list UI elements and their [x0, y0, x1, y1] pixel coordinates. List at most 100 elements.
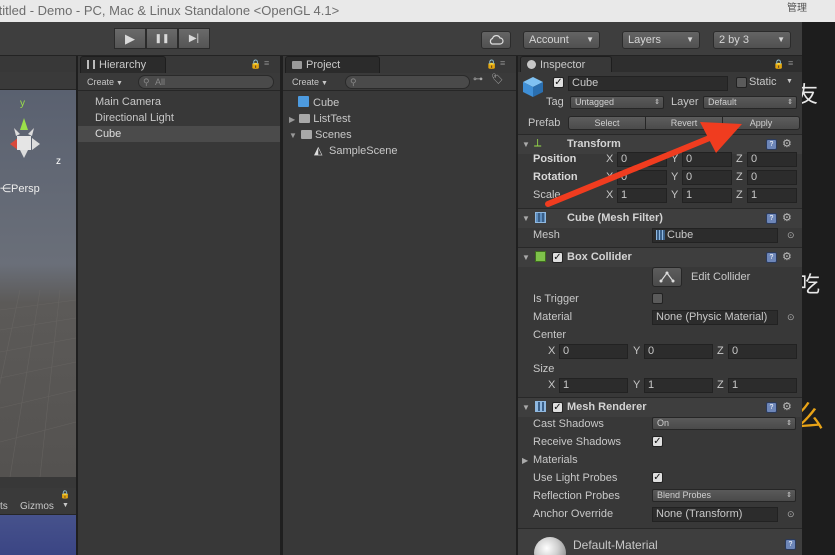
hierarchy-item-selected[interactable]: Cube	[78, 126, 280, 142]
folder-icon	[292, 61, 302, 69]
gear-icon[interactable]: ⚙	[782, 137, 792, 150]
object-name-field[interactable]: Cube	[568, 76, 728, 91]
center-z-field[interactable]: 0	[728, 344, 797, 359]
help-icon[interactable]: ?	[766, 402, 777, 413]
persp-label[interactable]: ⋲Persp	[0, 182, 40, 195]
use-light-probes-checkbox[interactable]: ✓	[652, 472, 663, 483]
lock-icon[interactable]: 🔒	[60, 490, 70, 499]
collapse-arrow-icon[interactable]: ▼	[522, 253, 530, 262]
project-search-input[interactable]: ⚲	[345, 75, 470, 89]
help-icon[interactable]: ?	[766, 139, 777, 150]
help-icon[interactable]: ?	[766, 252, 777, 263]
object-picker-icon[interactable]: ⊙	[787, 312, 795, 323]
position-z-field[interactable]: 0	[747, 152, 797, 167]
lock-icon[interactable]: 🔒	[250, 59, 261, 70]
materials-label[interactable]: Materials	[533, 454, 578, 466]
anchor-override-field[interactable]: None (Transform)	[652, 507, 778, 522]
hierarchy-item[interactable]: Main Camera	[78, 94, 280, 110]
collider-material-field[interactable]: None (Physic Material)	[652, 310, 778, 325]
project-item[interactable]: ◭ SampleScene	[314, 143, 514, 159]
y-axis-label: Y	[633, 379, 641, 391]
chevron-down-icon[interactable]: ▼	[786, 78, 793, 85]
collapse-arrow-icon[interactable]: ▼	[522, 214, 530, 223]
scale-y-field[interactable]: 1	[682, 188, 732, 203]
chevron-updown-icon: ⇕	[787, 99, 793, 106]
hierarchy-create-button[interactable]: Create ▼	[82, 75, 128, 89]
help-icon[interactable]: ?	[766, 213, 777, 224]
scene-view[interactable]: y z ⋲Persp	[0, 90, 76, 477]
box-collider-header[interactable]: ▼ ✓ Box Collider ? ⚙	[518, 247, 802, 267]
object-picker-icon[interactable]: ⊙	[787, 509, 795, 520]
expand-arrow-icon[interactable]: ▶	[289, 115, 295, 124]
center-x-field[interactable]: 0	[559, 344, 628, 359]
box-collider-enabled-checkbox[interactable]: ✓	[552, 252, 563, 263]
static-checkbox[interactable]	[736, 77, 747, 88]
is-trigger-checkbox[interactable]	[652, 293, 663, 304]
panel-menu-icon[interactable]: ≡	[788, 58, 793, 68]
hierarchy-item[interactable]: Directional Light	[78, 110, 280, 126]
prefab-select-button[interactable]: Select	[568, 116, 646, 130]
layers-dropdown[interactable]: Layers ▼	[622, 31, 700, 49]
scene-gizmo[interactable]: y z	[0, 98, 66, 167]
gear-icon[interactable]: ⚙	[782, 400, 792, 413]
project-item[interactable]: Cube	[298, 95, 498, 111]
panel-menu-icon[interactable]: ≡	[264, 58, 269, 68]
hierarchy-search-input[interactable]: ⚲ All	[138, 75, 274, 89]
game-view[interactable]	[0, 515, 76, 555]
tag-dropdown[interactable]: Untagged ⇕	[570, 96, 664, 109]
gear-icon[interactable]: ⚙	[782, 211, 792, 224]
project-item[interactable]: ▶ ListTest	[289, 111, 489, 127]
collapse-arrow-icon[interactable]: ▼	[522, 403, 530, 412]
stats-label[interactable]: ts	[0, 501, 8, 512]
help-icon[interactable]: ?	[785, 539, 796, 550]
edit-collider-button[interactable]	[652, 267, 682, 287]
collapse-arrow-icon[interactable]: ▼	[289, 131, 297, 140]
search-icon: ⚲	[350, 77, 357, 87]
rotation-y-field[interactable]: 0	[682, 170, 732, 185]
size-x-field[interactable]: 1	[559, 378, 628, 393]
gear-icon[interactable]: ⚙	[782, 250, 792, 263]
material-section[interactable]: Default-Material ?	[518, 528, 802, 555]
gizmos-dropdown[interactable]: Gizmos	[20, 501, 54, 512]
mesh-renderer-header[interactable]: ▼ ✓ Mesh Renderer ? ⚙	[518, 397, 802, 417]
filter-type-icon[interactable]: ⊶	[473, 74, 483, 85]
transform-header[interactable]: ▼ ⟂ Transform ? ⚙	[518, 134, 802, 154]
tab-hierarchy[interactable]: Hierarchy	[80, 56, 166, 74]
project-create-button[interactable]: Create ▼	[287, 75, 333, 89]
scale-z-field[interactable]: 1	[747, 188, 797, 203]
mesh-filter-header[interactable]: ▼ Cube (Mesh Filter) ? ⚙	[518, 208, 802, 228]
mesh-field[interactable]: Cube	[652, 228, 778, 243]
reflection-probes-dropdown[interactable]: Blend Probes ⇕	[652, 489, 796, 502]
collapse-arrow-icon[interactable]: ▼	[522, 140, 530, 149]
position-x-field[interactable]: 0	[617, 152, 667, 167]
panel-menu-icon[interactable]: ≡	[500, 58, 505, 68]
cloud-button[interactable]	[481, 31, 511, 49]
object-picker-icon[interactable]: ⊙	[787, 230, 795, 241]
lock-icon[interactable]: 🔒	[773, 59, 784, 70]
rotation-x-field[interactable]: 0	[617, 170, 667, 185]
step-button[interactable]: ▶|	[178, 28, 210, 49]
expand-arrow-icon[interactable]: ▶	[522, 456, 528, 465]
rotation-z-field[interactable]: 0	[747, 170, 797, 185]
active-checkbox[interactable]: ✓	[553, 77, 564, 88]
position-y-field[interactable]: 0	[682, 152, 732, 167]
label-tag-icon[interactable]: 🏷	[491, 74, 504, 85]
box-collider-title: Box Collider	[567, 251, 632, 263]
receive-shadows-checkbox[interactable]: ✓	[652, 436, 663, 447]
mesh-renderer-enabled-checkbox[interactable]: ✓	[552, 402, 563, 413]
project-item[interactable]: ▼ Scenes	[289, 127, 489, 143]
layout-dropdown[interactable]: 2 by 3 ▼	[713, 31, 791, 49]
account-dropdown[interactable]: Account ▼	[523, 31, 600, 49]
pause-button[interactable]: ❚❚	[146, 28, 178, 49]
scale-x-field[interactable]: 1	[617, 188, 667, 203]
prefab-revert-button[interactable]: Revert	[645, 116, 723, 130]
layer-dropdown[interactable]: Default ⇕	[703, 96, 797, 109]
tab-project[interactable]: Project	[285, 56, 380, 74]
prefab-apply-button[interactable]: Apply	[722, 116, 800, 130]
lock-icon[interactable]: 🔒	[486, 59, 497, 70]
play-button[interactable]: ▶	[114, 28, 146, 49]
size-y-field[interactable]: 1	[644, 378, 713, 393]
cast-shadows-dropdown[interactable]: On ⇕	[652, 417, 796, 430]
center-y-field[interactable]: 0	[644, 344, 713, 359]
size-z-field[interactable]: 1	[728, 378, 797, 393]
